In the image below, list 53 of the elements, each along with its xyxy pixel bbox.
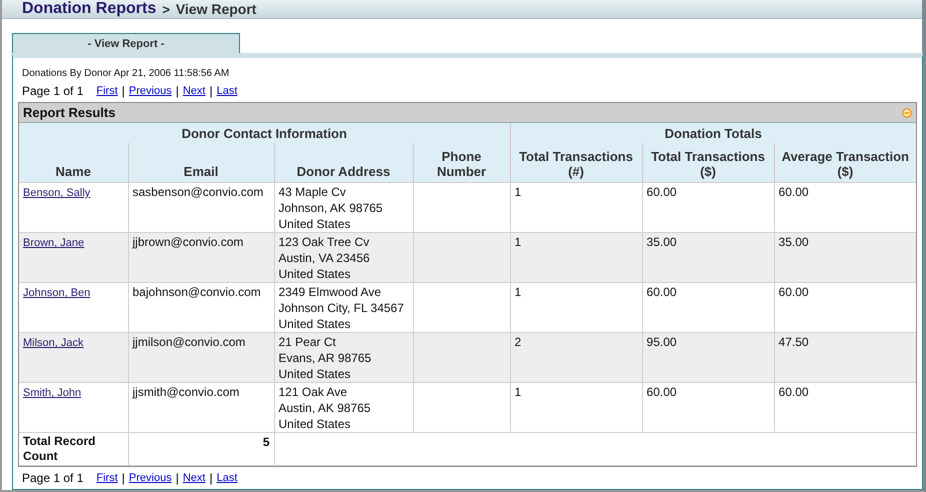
donor-name-link[interactable]: Milson, Jack <box>23 337 84 349</box>
link-separator: | <box>176 84 179 98</box>
email-cell: jjsmith@convio.com <box>128 382 274 432</box>
link-separator: | <box>122 84 125 98</box>
page-title: View Report <box>176 1 256 17</box>
table-cell: 35.00 <box>642 232 774 282</box>
link-separator: | <box>209 471 213 485</box>
address-cell: 121 Oak Ave Austin, AK 98765 United States <box>274 382 413 432</box>
table-cell: 1 <box>510 382 642 432</box>
column-header: Total Transactions ($) <box>651 149 765 179</box>
table-cell: Total Record Count <box>19 432 128 466</box>
pager-link[interactable]: Next <box>182 472 206 484</box>
email-cell: jjmilson@convio.com <box>128 332 274 382</box>
group-header: Donation Totals <box>664 126 762 140</box>
breadcrumb-separator: > <box>162 2 170 16</box>
address-cell: 21 Pear Ct Evans, AR 98765 United States <box>274 332 413 382</box>
column-header: Name <box>56 164 91 179</box>
group-header: Donor Contact Information <box>182 126 347 140</box>
page-indicator: Page 1 of 1 <box>22 84 84 98</box>
donor-name-link[interactable]: Brown, Jane <box>23 237 84 249</box>
table-cell: 5 <box>128 432 274 466</box>
table-cell: 60.00 <box>642 382 774 432</box>
pager-link[interactable]: Previous <box>128 85 172 97</box>
report-title: Donations By Donor Apr 21, 2006 11:58:56 AM <box>22 68 230 79</box>
breadcrumb-link[interactable]: Donation Reports <box>22 0 156 18</box>
link-separator: | <box>209 84 213 98</box>
address-cell: 123 Oak Tree Cv Austin, VA 23456 United States <box>274 232 413 282</box>
pager-link[interactable]: Last <box>216 472 238 484</box>
table-cell: 95.00 <box>642 332 774 382</box>
panel-title: Report Results <box>23 105 116 120</box>
email-cell: jjbrown@convio.com <box>128 232 274 282</box>
table-cell: 1 <box>510 232 642 282</box>
column-header: Average Transaction ($) <box>782 149 909 179</box>
tab[interactable]: - View Report - <box>12 33 240 53</box>
collapse-icon[interactable] <box>902 108 912 118</box>
page-indicator: Page 1 of 1 <box>22 471 84 485</box>
pager-link[interactable]: First <box>96 472 118 484</box>
pager-link[interactable]: Last <box>216 85 238 97</box>
column-header: Donor Address <box>296 164 390 179</box>
table-cell: 2 <box>510 332 642 382</box>
pager-link[interactable]: First <box>96 85 118 97</box>
donor-name-link[interactable]: Benson, Sally <box>23 187 90 199</box>
table-cell: 35.00 <box>774 232 916 282</box>
pager-link[interactable]: Previous <box>128 472 172 484</box>
donor-name-link[interactable]: Smith, John <box>23 387 82 399</box>
donor-name-link[interactable]: Johnson, Ben <box>23 287 90 299</box>
link-separator: | <box>176 471 179 485</box>
table-cell: 47.50 <box>774 332 916 382</box>
link-separator: | <box>122 471 125 485</box>
pager-link[interactable]: Next <box>182 85 206 97</box>
column-header: Email <box>184 164 218 179</box>
column-header: Total Transactions (#) <box>519 149 633 179</box>
column-header: Phone Number <box>436 149 486 179</box>
